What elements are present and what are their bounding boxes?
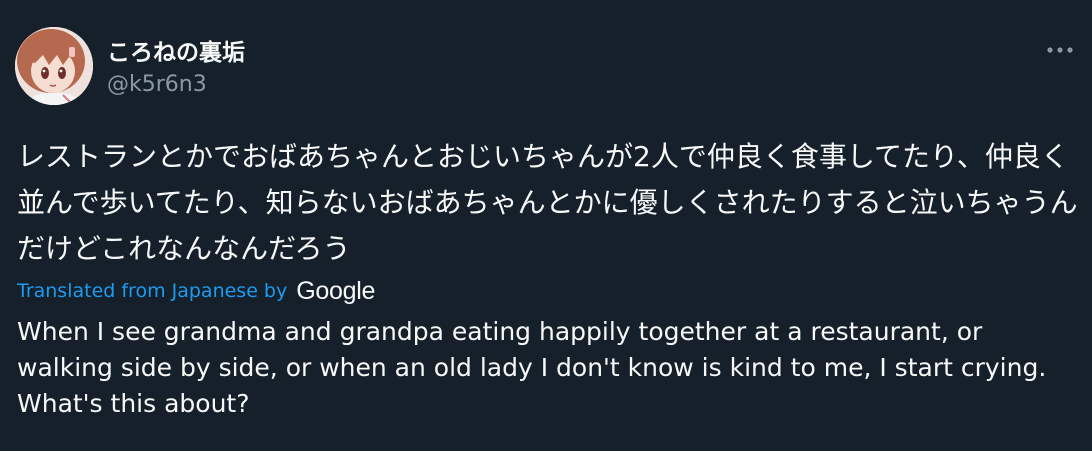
user-handle[interactable]: @k5r6n3 <box>107 72 207 97</box>
tweet-card: ころねの裏垢 @k5r6n3 レストランとかでおばあちゃんとおじいちゃんが2人で… <box>0 0 1092 451</box>
avatar[interactable] <box>15 27 93 105</box>
display-name[interactable]: ころねの裏垢 <box>107 33 245 67</box>
translated-text: When I see grandma and grandpa eating ha… <box>17 317 1047 418</box>
translated-from-label[interactable]: Translated from Japanese by <box>17 280 287 302</box>
avatar-image <box>15 27 93 105</box>
translation-attribution: Translated from Japanese by Google <box>17 276 375 306</box>
google-logo: Google <box>296 276 376 305</box>
tweet-text: レストランとかでおばあちゃんとおじいちゃんが2人で仲良く食事してたり、仲良く並ん… <box>17 140 1078 265</box>
more-options-icon[interactable] <box>1038 33 1082 67</box>
